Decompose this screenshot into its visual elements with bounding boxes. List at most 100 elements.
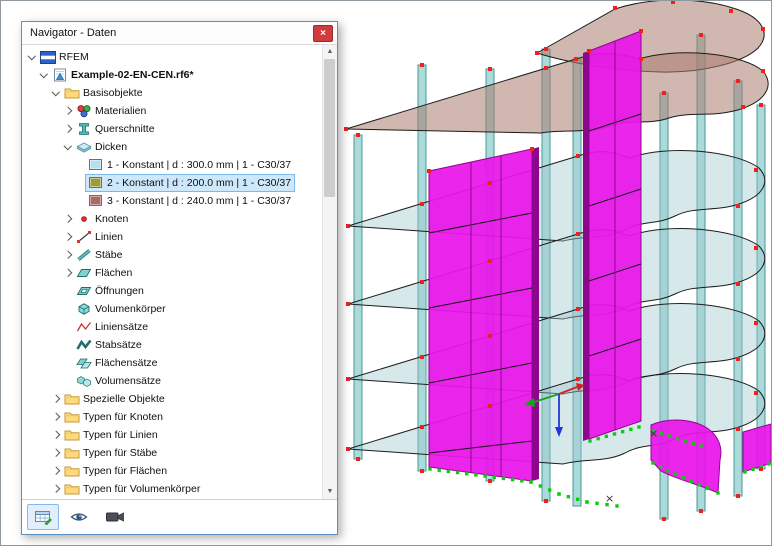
selected-node-marker[interactable] [474, 473, 478, 477]
selected-node-marker[interactable] [681, 476, 685, 480]
node-marker[interactable] [346, 377, 350, 381]
selected-node-marker[interactable] [529, 480, 533, 484]
node-marker[interactable] [576, 377, 580, 381]
selected-node-marker[interactable] [428, 467, 432, 471]
node-marker[interactable] [576, 232, 580, 236]
scrollbar-thumb[interactable] [324, 59, 335, 197]
selected-node-marker[interactable] [699, 444, 703, 448]
close-button[interactable]: × [313, 24, 333, 42]
selected-node-marker[interactable] [666, 468, 670, 473]
shear-wall-left[interactable] [428, 148, 533, 482]
chevron-right-icon[interactable] [50, 430, 61, 441]
selected-node-marker[interactable] [658, 465, 663, 469]
tree-item[interactable]: Typen für Linien [22, 426, 322, 444]
node-marker[interactable] [736, 282, 740, 286]
node-marker[interactable] [754, 168, 758, 172]
chevron-right-icon[interactable] [62, 268, 73, 279]
tree-item[interactable]: Volumensätze [22, 372, 322, 390]
selected-node-marker[interactable] [520, 479, 524, 483]
selected-node-marker[interactable] [437, 468, 441, 472]
tree-item[interactable]: Typen für Stäbe [22, 444, 322, 462]
node-marker[interactable] [761, 69, 765, 73]
selected-node-marker[interactable] [612, 432, 617, 436]
node-marker[interactable] [754, 321, 758, 325]
selected-node-marker[interactable] [510, 477, 515, 482]
node-marker[interactable] [736, 79, 740, 83]
selected-node-marker[interactable] [615, 504, 619, 508]
node-marker[interactable] [488, 479, 492, 483]
column[interactable] [733, 80, 743, 497]
selected-node-marker[interactable] [697, 482, 701, 487]
tree-item[interactable]: Flächensätze [22, 354, 322, 372]
selected-node-marker[interactable] [716, 491, 720, 495]
selected-node-marker[interactable] [620, 429, 625, 434]
tree-item[interactable]: Typen für Volumenkörper [22, 480, 322, 498]
node-marker[interactable] [488, 259, 492, 263]
node-marker[interactable] [420, 469, 424, 473]
chevron-right-icon[interactable] [62, 250, 73, 261]
node-marker[interactable] [736, 204, 740, 208]
wall-far-right[interactable] [742, 423, 771, 473]
chevron-right-icon[interactable] [50, 484, 61, 495]
navigator-tab-views[interactable] [99, 504, 131, 530]
node-marker[interactable] [346, 302, 350, 306]
scroll-down-button[interactable]: ▼ [323, 485, 337, 499]
tree-item[interactable]: Volumenkörper [22, 300, 322, 318]
tree-item[interactable]: Materialien [22, 102, 322, 120]
selected-node-marker[interactable] [691, 441, 695, 446]
node-marker[interactable] [754, 246, 758, 250]
node-marker[interactable] [761, 27, 765, 31]
node-marker[interactable] [544, 66, 548, 70]
node-marker[interactable] [671, 1, 675, 4]
selected-node-marker[interactable] [743, 470, 747, 474]
selected-node-marker[interactable] [465, 472, 469, 476]
tree-item[interactable]: Knoten [22, 210, 322, 228]
node-marker[interactable] [344, 127, 348, 131]
selected-node-marker[interactable] [673, 472, 678, 476]
tree-item[interactable]: Typen für Knoten [22, 408, 322, 426]
node-marker[interactable] [576, 307, 580, 311]
tree-item[interactable]: Flächen [22, 264, 322, 282]
node-marker[interactable] [639, 29, 643, 33]
node-marker[interactable] [420, 355, 424, 359]
selected-node-marker[interactable] [492, 475, 496, 479]
chevron-down-icon[interactable] [50, 88, 61, 99]
panel-titlebar[interactable]: Navigator - Daten × [22, 22, 337, 45]
node-marker[interactable] [729, 9, 733, 13]
selected-node-marker[interactable] [595, 501, 599, 506]
tree-item[interactable]: Querschnitte [22, 120, 322, 138]
tree-item[interactable]: Basisobjekte [22, 84, 322, 102]
node-marker[interactable] [544, 499, 548, 503]
scrollbar-track[interactable] [323, 59, 337, 485]
node-marker[interactable] [759, 467, 763, 471]
node-marker[interactable] [488, 67, 492, 71]
selected-node-marker[interactable] [689, 479, 693, 484]
selected-node-marker[interactable] [455, 470, 460, 475]
node-marker[interactable] [420, 280, 424, 284]
selected-node-marker[interactable] [557, 492, 561, 496]
selected-node-marker[interactable] [683, 439, 687, 443]
node-marker[interactable] [736, 494, 740, 498]
tree-item[interactable]: Stäbe [22, 246, 322, 264]
node-marker[interactable] [488, 334, 492, 338]
tree-item[interactable]: Linien [22, 228, 322, 246]
chevron-right-icon[interactable] [62, 214, 73, 225]
node-marker[interactable] [587, 49, 591, 53]
node-marker[interactable] [699, 33, 703, 37]
selected-node-marker[interactable] [501, 476, 506, 481]
node-marker[interactable] [346, 447, 350, 451]
selected-node-marker[interactable] [538, 484, 543, 488]
node-marker[interactable] [356, 457, 360, 461]
tree-item[interactable]: Stabsätze [22, 336, 322, 354]
node-marker[interactable] [544, 47, 548, 51]
selected-node-marker[interactable] [705, 486, 709, 490]
tree-item[interactable]: Dicken [22, 138, 322, 156]
chevron-right-icon[interactable] [62, 124, 73, 135]
selected-node-marker[interactable] [446, 469, 451, 474]
selected-node-marker[interactable] [637, 425, 641, 429]
tree-item[interactable]: Spezielle Objekte [22, 390, 322, 408]
tree-scrollbar[interactable]: ▲ ▼ [322, 45, 337, 499]
node-marker[interactable] [662, 517, 666, 521]
selected-node-marker[interactable] [547, 488, 552, 492]
selected-node-marker[interactable] [651, 461, 655, 465]
